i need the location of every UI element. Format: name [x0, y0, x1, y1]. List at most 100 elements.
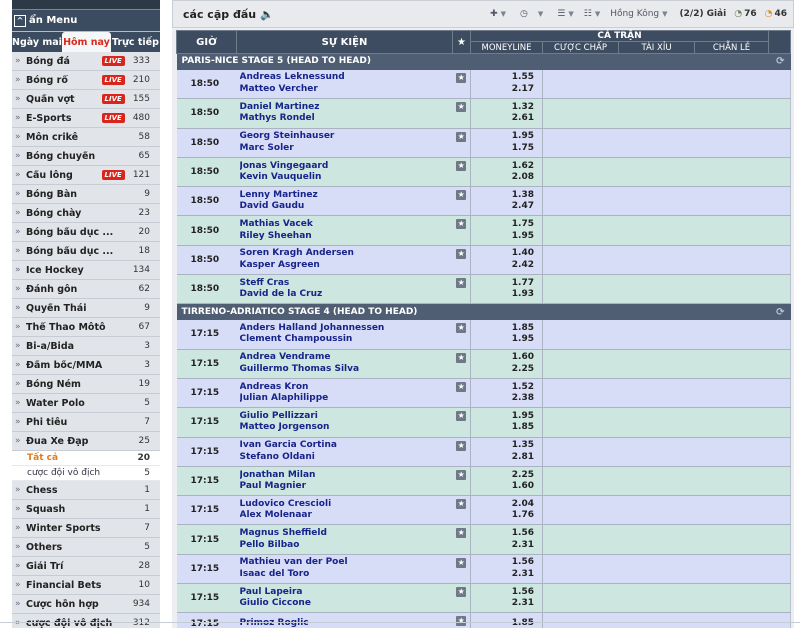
- sidebar-item-sport[interactable]: » Quần vợt LIVE 155: [12, 90, 160, 109]
- hide-menu-button[interactable]: ^ ẩn Menu: [12, 10, 160, 32]
- sidebar-item-sport[interactable]: » Đánh gôn 62: [12, 280, 160, 299]
- away-team[interactable]: Paul Magnier: [240, 481, 453, 493]
- favorite-toggle[interactable]: ★: [452, 274, 471, 305]
- moneyline-home[interactable]: 1.56: [471, 587, 534, 599]
- favorite-toggle[interactable]: ★: [452, 98, 471, 129]
- away-team[interactable]: Kevin Vauquelin: [240, 172, 453, 184]
- moneyline-home[interactable]: 1.52: [471, 382, 534, 394]
- sidebar-item-sport[interactable]: » Bóng Bàn 9: [12, 185, 160, 204]
- home-team[interactable]: Soren Kragh Andersen: [240, 248, 453, 260]
- home-team[interactable]: Magnus Sheffield: [240, 528, 453, 540]
- favorite-toggle[interactable]: ★: [452, 128, 471, 158]
- league-header[interactable]: PARIS-NICE STAGE 5 (HEAD TO HEAD) ⟳: [176, 53, 791, 70]
- moneyline-home[interactable]: 1.95: [471, 131, 534, 143]
- odds-format-select[interactable]: Hồng Kông ▼: [610, 9, 667, 19]
- star-icon[interactable]: ★: [456, 190, 467, 201]
- sidebar-item-sport[interactable]: » Đấm bốc/MMA 3: [12, 356, 160, 375]
- moneyline-home[interactable]: 1.60: [471, 352, 534, 364]
- moneyline-away[interactable]: 2.08: [471, 172, 534, 184]
- sidebar-item-sport[interactable]: » Cầu lông LIVE 121: [12, 166, 160, 185]
- favorite-toggle[interactable]: ★: [452, 69, 471, 100]
- favorite-toggle[interactable]: ★: [452, 186, 471, 217]
- star-icon[interactable]: ★: [456, 352, 467, 363]
- sidebar-item-sport[interactable]: » Financial Bets 10: [12, 576, 160, 595]
- home-team[interactable]: Andreas Kron: [240, 382, 453, 394]
- home-team[interactable]: Andrea Vendrame: [240, 352, 453, 364]
- away-team[interactable]: Julian Alaphilippe: [240, 393, 453, 405]
- moneyline-away[interactable]: 1.60: [471, 481, 534, 493]
- moneyline-home[interactable]: 1.85: [471, 323, 534, 335]
- home-team[interactable]: Steff Cras: [240, 278, 453, 290]
- away-team[interactable]: Clement Champoussin: [240, 334, 453, 346]
- sidebar-item-sport[interactable]: » Bóng bầu dục ... 18: [12, 242, 160, 261]
- tab-live[interactable]: Trực tiếp: [111, 32, 160, 52]
- sidebar-item-sport[interactable]: » Others 5: [12, 538, 160, 557]
- moneyline-home[interactable]: 1.77: [471, 278, 534, 290]
- sidebar-item-sport[interactable]: » Môn crikê 58: [12, 128, 160, 147]
- away-team[interactable]: Isaac del Toro: [240, 569, 453, 581]
- tab-today[interactable]: Hôm nay: [61, 32, 111, 52]
- moneyline-away[interactable]: 1.85: [471, 422, 534, 434]
- moneyline-home[interactable]: 1.62: [471, 161, 534, 173]
- star-icon[interactable]: ★: [456, 72, 467, 83]
- sidebar-item-sport[interactable]: »cược đội vô địch312: [12, 614, 160, 628]
- sidebar-item-sport[interactable]: » Bóng bầu dục ... 20: [12, 223, 160, 242]
- sidebar-item-sport[interactable]: » Quyền Thái 9: [12, 299, 160, 318]
- home-team[interactable]: Paul Lapeira: [240, 587, 453, 599]
- moneyline-home[interactable]: 2.04: [471, 499, 534, 511]
- sidebar-item-sport[interactable]: » Winter Sports 7: [12, 519, 160, 538]
- favorite-toggle[interactable]: ★: [452, 407, 471, 438]
- refresh-icon[interactable]: ⟳: [776, 56, 784, 67]
- refresh-icon[interactable]: ⟳: [776, 307, 784, 318]
- moneyline-home[interactable]: 1.75: [471, 219, 534, 231]
- moneyline-away[interactable]: 2.38: [471, 393, 534, 405]
- away-team[interactable]: David Gaudu: [240, 201, 453, 213]
- sidebar-subitem[interactable]: Tất cả 20: [12, 451, 160, 466]
- star-icon[interactable]: ★: [456, 557, 467, 568]
- home-team[interactable]: Jonas Vingegaard: [240, 161, 453, 173]
- star-icon[interactable]: ★: [456, 160, 467, 171]
- star-icon[interactable]: ★: [456, 131, 467, 142]
- star-icon[interactable]: ★: [456, 322, 467, 333]
- add-bet-button[interactable]: ✚ ▼: [490, 9, 506, 19]
- moneyline-away[interactable]: 2.31: [471, 598, 534, 610]
- away-team[interactable]: Stefano Oldani: [240, 452, 453, 464]
- favorite-toggle[interactable]: ★: [452, 583, 471, 614]
- favorite-toggle[interactable]: ★: [452, 466, 471, 497]
- sidebar-item-sport[interactable]: » Phi tiêu 7: [12, 413, 160, 432]
- home-team[interactable]: Primoz Roglic: [240, 618, 453, 628]
- home-team[interactable]: Anders Halland Johannessen: [240, 323, 453, 335]
- home-team[interactable]: Ludovico Crescioli: [240, 499, 453, 511]
- sidebar-item-sport[interactable]: » Thể Thao Môtô 67: [12, 318, 160, 337]
- moneyline-away[interactable]: 1.93: [471, 289, 534, 301]
- upcoming-count-badge[interactable]: ◔ 46: [765, 9, 787, 19]
- moneyline-home[interactable]: 1.95: [471, 411, 534, 423]
- moneyline-away[interactable]: 1.95: [471, 334, 534, 346]
- star-icon[interactable]: ★: [456, 528, 467, 539]
- home-team[interactable]: Lenny Martinez: [240, 190, 453, 202]
- collapse-icon[interactable]: ^: [14, 14, 26, 27]
- moneyline-away[interactable]: 2.42: [471, 260, 534, 272]
- away-team[interactable]: Alex Molenaar: [240, 510, 453, 522]
- star-icon[interactable]: ★: [456, 102, 467, 113]
- favorite-toggle[interactable]: ★: [452, 378, 471, 409]
- sidebar-item-sport[interactable]: » E-Sports LIVE 480: [12, 109, 160, 128]
- sidebar-item-sport[interactable]: » Bóng đá LIVE 333: [12, 52, 160, 71]
- moneyline-home[interactable]: 1.56: [471, 528, 534, 540]
- away-team[interactable]: Marc Soler: [240, 143, 453, 155]
- favorite-toggle[interactable]: ★: [452, 157, 471, 188]
- moneyline-home[interactable]: 2.25: [471, 470, 534, 482]
- moneyline-away[interactable]: 1.76: [471, 510, 534, 522]
- star-icon[interactable]: ★: [456, 278, 467, 289]
- speaker-icon[interactable]: 🔈: [260, 8, 274, 21]
- favorite-toggle[interactable]: ★: [452, 215, 471, 246]
- moneyline-away[interactable]: 2.61: [471, 113, 534, 125]
- star-icon[interactable]: ★: [456, 248, 467, 259]
- moneyline-home[interactable]: 1.32: [471, 102, 534, 114]
- moneyline-home[interactable]: 1.56: [471, 557, 534, 569]
- star-icon[interactable]: ★: [456, 587, 467, 598]
- away-team[interactable]: David de la Cruz: [240, 289, 453, 301]
- star-icon[interactable]: ★: [456, 499, 467, 510]
- favorite-toggle[interactable]: ★: [452, 612, 471, 628]
- tab-tomorrow[interactable]: Ngày mai: [12, 32, 62, 52]
